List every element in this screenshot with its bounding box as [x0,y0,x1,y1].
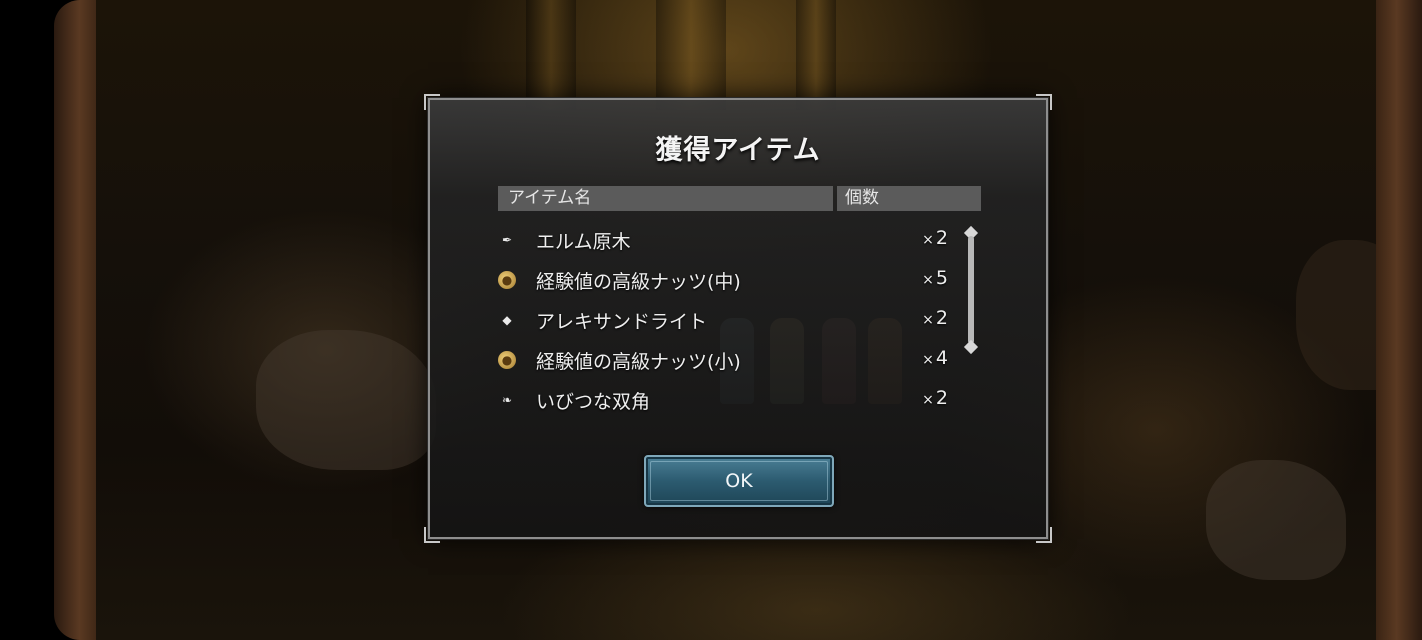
item-name: アレキサンドライト [536,311,708,333]
item-quantity: × 2 [922,387,948,409]
item-quantity: × 4 [922,347,948,369]
rock [256,330,436,470]
nut-icon: ● [498,271,516,289]
list-item: ✒ エルム原木 × 2 [494,220,954,260]
list-item: ❧ いびつな双角 × 2 [494,380,954,420]
nut-icon: ● [498,351,516,369]
rock [1206,460,1346,580]
list-item: ● 経験値の高級ナッツ(小) × 4 [494,340,954,380]
log-icon: ✒ [501,233,513,247]
corner-ornament [1036,94,1052,110]
corner-ornament [1036,527,1052,543]
list-item: ● 経験値の高級ナッツ(中) × 5 [494,260,954,300]
item-quantity: × 5 [922,267,948,289]
corner-ornament [424,527,440,543]
item-name: エルム原木 [536,231,631,253]
item-name: 経験値の高級ナッツ(小) [536,351,741,373]
column-header-count: 個数 [837,186,981,211]
item-quantity: × 2 [922,307,948,329]
horn-icon: ❧ [501,393,513,407]
ok-button[interactable]: OK [644,455,834,507]
item-acquired-dialog: 獲得アイテム アイテム名 個数 ✒ エルム原木 × 2 ● 経験値の高級ナッツ(中… [424,94,1052,543]
item-name: いびつな双角 [536,391,651,413]
item-quantity: × 2 [922,227,948,249]
stone-icon: ◆ [502,313,512,327]
corner-ornament [424,94,440,110]
device-frame-right [1376,0,1422,640]
list-item: ◆ アレキサンドライト × 2 [494,300,954,340]
device-frame-left [54,0,100,640]
tree-trunk [656,0,726,110]
column-header-item-name: アイテム名 [498,186,833,211]
item-list[interactable]: ✒ エルム原木 × 2 ● 経験値の高級ナッツ(中) × 5 ◆ アレキサンドライト… [494,220,954,434]
scroll-down-icon[interactable] [963,339,979,355]
dialog-title: 獲得アイテム [655,135,821,166]
scroll-thumb[interactable] [968,236,974,344]
tree-trunk [796,0,836,110]
list-scrollbar[interactable] [961,225,981,356]
tree-trunk [526,0,576,110]
item-name: 経験値の高級ナッツ(中) [536,271,741,293]
ok-button-label: OK [725,470,753,492]
